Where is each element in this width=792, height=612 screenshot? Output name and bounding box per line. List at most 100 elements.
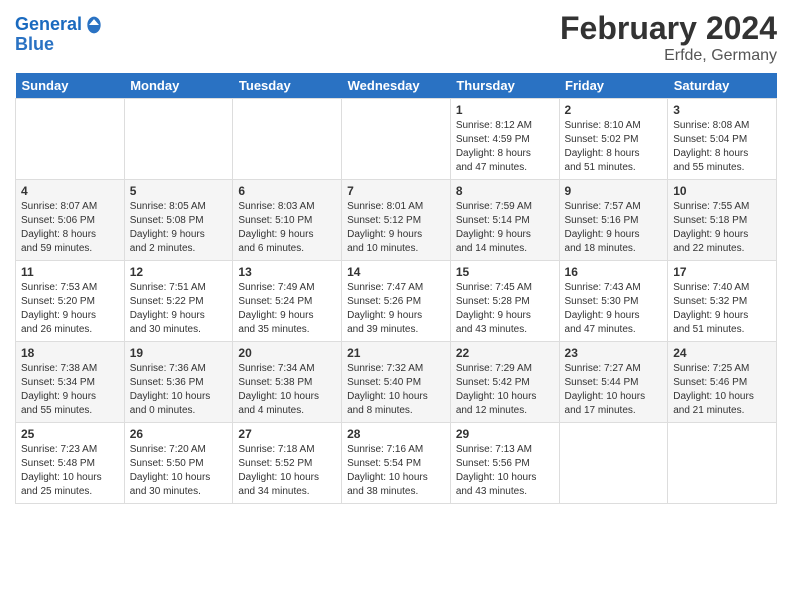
- info-line: Daylight: 9 hours: [130, 229, 205, 240]
- info-line: and 26 minutes.: [21, 324, 92, 335]
- day-number: 26: [130, 427, 228, 441]
- info-line: Sunset: 5:08 PM: [130, 215, 204, 226]
- info-line: and 30 minutes.: [130, 324, 201, 335]
- info-line: Sunset: 5:10 PM: [238, 215, 312, 226]
- info-line: Sunset: 5:16 PM: [565, 215, 639, 226]
- info-line: Sunrise: 8:12 AM: [456, 120, 532, 131]
- day-number: 29: [456, 427, 554, 441]
- title-block: February 2024 Erfde, Germany: [560, 10, 777, 65]
- info-line: Sunrise: 7:32 AM: [347, 363, 423, 374]
- calendar-cell: [233, 99, 342, 180]
- info-line: Sunrise: 8:08 AM: [673, 120, 749, 131]
- info-line: Sunset: 5:36 PM: [130, 377, 204, 388]
- info-line: Sunset: 5:32 PM: [673, 296, 747, 307]
- info-line: and 35 minutes.: [238, 324, 309, 335]
- day-number: 8: [456, 184, 554, 198]
- info-line: Daylight: 10 hours: [565, 391, 646, 402]
- calendar-cell: 3Sunrise: 8:08 AMSunset: 5:04 PMDaylight…: [668, 99, 777, 180]
- day-info: Sunrise: 7:25 AMSunset: 5:46 PMDaylight:…: [673, 362, 771, 418]
- day-number: 12: [130, 265, 228, 279]
- info-line: Daylight: 8 hours: [673, 148, 748, 159]
- info-line: and 51 minutes.: [673, 324, 744, 335]
- info-line: Daylight: 9 hours: [21, 391, 96, 402]
- day-number: 20: [238, 346, 336, 360]
- calendar-cell: 27 Sunrise: 7:18 AMSunset: 5:52 PMDayligh…: [233, 423, 342, 504]
- info-line: and 55 minutes.: [21, 405, 92, 416]
- day-info: Sunrise: 7:57 AMSunset: 5:16 PMDaylight:…: [565, 200, 663, 256]
- info-line: Sunrise: 7:59 AM: [456, 201, 532, 212]
- calendar-cell: 28Sunrise: 7:16 AMSunset: 5:54 PMDayligh…: [342, 423, 451, 504]
- info-line: Sunrise: 7:27 AM: [565, 363, 641, 374]
- info-line: Daylight: 10 hours: [21, 472, 102, 483]
- info-line: Daylight: 9 hours: [21, 310, 96, 321]
- day-number: 24: [673, 346, 771, 360]
- info-line: Sunrise: 7:45 AM: [456, 282, 532, 293]
- day-number: 27: [238, 427, 336, 441]
- day-number: 18: [21, 346, 119, 360]
- info-line: Sunset: 5:44 PM: [565, 377, 639, 388]
- day-info: Sunrise: 8:08 AMSunset: 5:04 PMDaylight:…: [673, 119, 771, 175]
- info-line: Daylight: 10 hours: [456, 391, 537, 402]
- day-number: 15: [456, 265, 554, 279]
- calendar-week-2: 11Sunrise: 7:53 AMSunset: 5:20 PMDayligh…: [16, 261, 777, 342]
- day-info: Sunrise: 8:03 AMSunset: 5:10 PMDaylight:…: [238, 200, 336, 256]
- info-line: and 47 minutes.: [456, 162, 527, 173]
- calendar-cell: [342, 99, 451, 180]
- info-line: and 25 minutes.: [21, 486, 92, 497]
- day-number: 9: [565, 184, 663, 198]
- info-line: and 6 minutes.: [238, 243, 304, 254]
- day-info: Sunrise: 7:38 AMSunset: 5:34 PMDaylight:…: [21, 362, 119, 418]
- info-line: Sunset: 5:40 PM: [347, 377, 421, 388]
- info-line: Sunset: 5:26 PM: [347, 296, 421, 307]
- th-saturday: Saturday: [668, 73, 777, 99]
- info-line: Daylight: 9 hours: [673, 229, 748, 240]
- day-info: Sunrise: 8:10 AMSunset: 5:02 PMDaylight:…: [565, 119, 663, 175]
- info-line: Sunset: 5:18 PM: [673, 215, 747, 226]
- info-line: Sunset: 5:24 PM: [238, 296, 312, 307]
- calendar-cell: [668, 423, 777, 504]
- info-line: Sunrise: 7:38 AM: [21, 363, 97, 374]
- logo-icon: [84, 15, 104, 35]
- info-line: Sunset: 5:46 PM: [673, 377, 747, 388]
- info-line: Sunrise: 7:47 AM: [347, 282, 423, 293]
- info-line: Sunrise: 8:03 AM: [238, 201, 314, 212]
- day-info: Sunrise: 7:55 AMSunset: 5:18 PMDaylight:…: [673, 200, 771, 256]
- th-wednesday: Wednesday: [342, 73, 451, 99]
- calendar-cell: 4Sunrise: 8:07 AMSunset: 5:06 PMDaylight…: [16, 180, 125, 261]
- calendar-cell: [124, 99, 233, 180]
- th-thursday: Thursday: [450, 73, 559, 99]
- day-info: Sunrise: 7:51 AMSunset: 5:22 PMDaylight:…: [130, 281, 228, 337]
- th-monday: Monday: [124, 73, 233, 99]
- day-number: 16: [565, 265, 663, 279]
- calendar-cell: [559, 423, 668, 504]
- info-line: Sunset: 4:59 PM: [456, 134, 530, 145]
- info-line: Daylight: 9 hours: [456, 310, 531, 321]
- day-info: Sunrise: 7:53 AMSunset: 5:20 PMDaylight:…: [21, 281, 119, 337]
- calendar-cell: 24 Sunrise: 7:25 AMSunset: 5:46 PMDayligh…: [668, 342, 777, 423]
- calendar-cell: 19Sunrise: 7:36 AMSunset: 5:36 PMDayligh…: [124, 342, 233, 423]
- calendar-cell: 17Sunrise: 7:40 AMSunset: 5:32 PMDayligh…: [668, 261, 777, 342]
- day-info: Sunrise: 7:13 AMSunset: 5:56 PMDaylight:…: [456, 443, 554, 499]
- subtitle: Erfde, Germany: [560, 47, 777, 65]
- info-line: Daylight: 9 hours: [347, 310, 422, 321]
- info-line: Daylight: 10 hours: [347, 391, 428, 402]
- day-info: Sunrise: 7:45 AMSunset: 5:28 PMDaylight:…: [456, 281, 554, 337]
- info-line: Daylight: 8 hours: [456, 148, 531, 159]
- calendar-cell: 23Sunrise: 7:27 AMSunset: 5:44 PMDayligh…: [559, 342, 668, 423]
- calendar-cell: 13Sunrise: 7:49 AMSunset: 5:24 PMDayligh…: [233, 261, 342, 342]
- info-line: Sunrise: 7:23 AM: [21, 444, 97, 455]
- info-line: and 34 minutes.: [238, 486, 309, 497]
- day-info: Sunrise: 7:18 AMSunset: 5:52 PMDaylight:…: [238, 443, 336, 499]
- info-line: Sunrise: 8:05 AM: [130, 201, 206, 212]
- info-line: Sunrise: 7:51 AM: [130, 282, 206, 293]
- info-line: Sunset: 5:30 PM: [565, 296, 639, 307]
- info-line: Sunset: 5:54 PM: [347, 458, 421, 469]
- info-line: Sunrise: 7:13 AM: [456, 444, 532, 455]
- day-info: Sunrise: 7:36 AMSunset: 5:36 PMDaylight:…: [130, 362, 228, 418]
- calendar-week-1: 4Sunrise: 8:07 AMSunset: 5:06 PMDaylight…: [16, 180, 777, 261]
- day-info: Sunrise: 7:32 AM Sunset: 5:40 PM Daylight:…: [347, 362, 445, 418]
- day-number: 4: [21, 184, 119, 198]
- info-line: Daylight: 9 hours: [673, 310, 748, 321]
- info-line: Sunset: 5:22 PM: [130, 296, 204, 307]
- day-info: Sunrise: 7:40 AMSunset: 5:32 PMDaylight:…: [673, 281, 771, 337]
